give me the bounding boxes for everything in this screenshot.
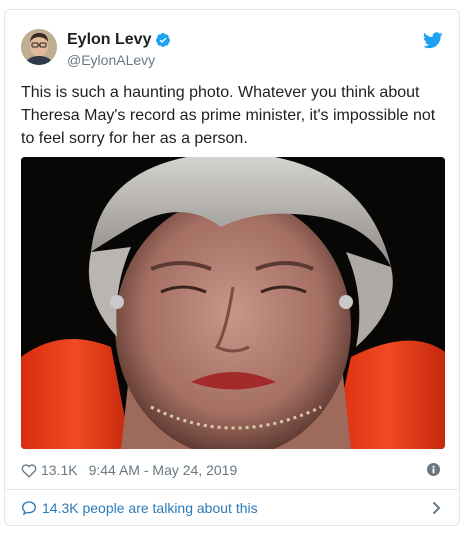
tweet-header: Eylon Levy @EylonALevy bbox=[21, 29, 445, 73]
author-info[interactable]: Eylon Levy @EylonALevy bbox=[67, 30, 171, 68]
conversation-link[interactable]: 14.3K people are talking about this bbox=[21, 497, 445, 519]
embedded-tweet-card: Eylon Levy @EylonALevy This is such a ha… bbox=[4, 9, 460, 526]
conversation-text[interactable]: 14.3K people are talking about this bbox=[42, 500, 258, 516]
avatar[interactable] bbox=[21, 29, 57, 65]
chevron-right-icon[interactable] bbox=[432, 501, 441, 515]
tweet-meta-row: 13.1K 9:44 AM - May 24, 2019 bbox=[21, 460, 445, 480]
heart-icon[interactable] bbox=[21, 463, 37, 478]
tweet-timestamp[interactable]: 9:44 AM - May 24, 2019 bbox=[89, 462, 238, 478]
divider bbox=[5, 489, 459, 490]
like-count[interactable]: 13.1K bbox=[41, 462, 78, 478]
author-display-name[interactable]: Eylon Levy bbox=[67, 31, 151, 49]
verified-badge-icon bbox=[155, 32, 171, 48]
author-handle[interactable]: @EylonALevy bbox=[67, 52, 171, 68]
tweet-text: This is such a haunting photo. Whatever … bbox=[21, 84, 436, 147]
info-icon[interactable] bbox=[427, 463, 440, 476]
twitter-bird-icon[interactable] bbox=[423, 32, 443, 49]
tweet-photo[interactable] bbox=[21, 157, 445, 449]
speech-bubble-icon bbox=[21, 500, 37, 516]
